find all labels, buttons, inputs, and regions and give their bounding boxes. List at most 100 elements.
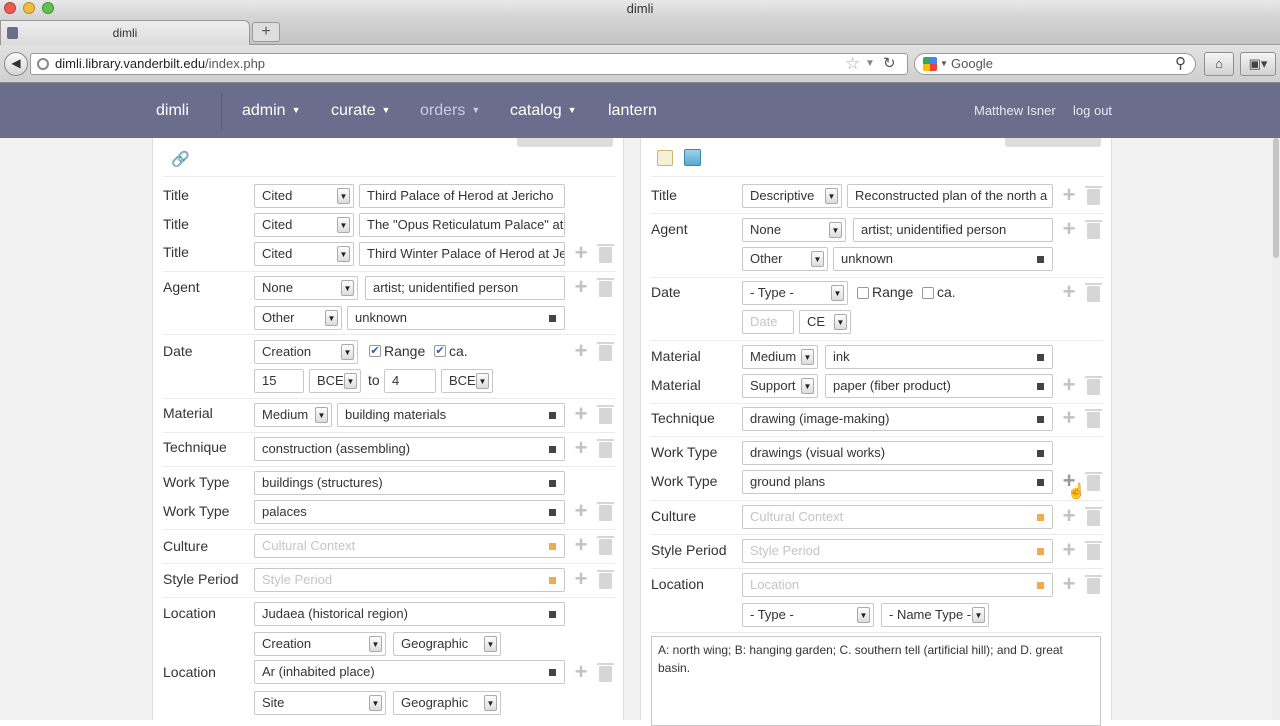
location-input[interactable]: Location [742, 573, 1053, 597]
add-location-button[interactable]: + [573, 661, 589, 683]
add-title-button[interactable]: + [573, 242, 589, 264]
scrollbar-thumb[interactable] [1273, 138, 1279, 258]
title-type-select[interactable]: Descriptive ▼ [742, 184, 842, 208]
title-input[interactable]: Third Winter Palace of Herod at Je [359, 242, 565, 266]
nav-admin[interactable]: admin ▼ [242, 83, 301, 138]
agent-type-select[interactable]: None ▼ [254, 276, 358, 300]
page-scrollbar[interactable] [1272, 138, 1280, 720]
style-period-input[interactable]: Style Period [742, 539, 1053, 563]
delete-agent-icon[interactable] [597, 278, 614, 297]
add-culture-button[interactable]: + [573, 534, 589, 556]
add-technique-button[interactable]: + [1061, 407, 1077, 429]
delete-agent-icon[interactable] [1085, 220, 1102, 239]
title-type-select[interactable]: Cited ▼ [254, 242, 354, 266]
material-input[interactable]: paper (fiber product) [825, 374, 1053, 398]
date-to-input[interactable]: 4 [384, 369, 436, 393]
worktype-input[interactable]: palaces [254, 500, 565, 524]
new-tab-button[interactable]: + [252, 22, 280, 42]
nav-curate[interactable]: curate ▼ [331, 83, 390, 138]
culture-input[interactable]: Cultural Context [742, 505, 1053, 529]
technique-input[interactable]: construction (assembling) [254, 437, 565, 461]
history-dropdown-icon[interactable]: ▼ [865, 54, 875, 74]
location-type-select[interactable]: Creation ▼ [254, 632, 386, 656]
circa-checkbox[interactable]: ✔ [434, 345, 446, 357]
agent-input[interactable]: artist; unidentified person [853, 218, 1053, 242]
add-location-button[interactable]: + [1061, 573, 1077, 595]
date-to-era-select[interactable]: BCE ▼ [441, 369, 493, 393]
location-input[interactable]: Judaea (historical region) [254, 602, 565, 626]
add-culture-button[interactable]: + [1061, 505, 1077, 527]
delete-culture-icon[interactable] [597, 536, 614, 555]
extensions-button[interactable]: ▣▾ [1240, 52, 1276, 76]
table-icon[interactable] [684, 149, 701, 166]
agent-attribution-input[interactable]: unknown [833, 247, 1053, 271]
add-material-button[interactable]: + [573, 403, 589, 425]
title-input[interactable]: Third Palace of Herod at Jericho [359, 184, 565, 208]
add-agent-button[interactable]: + [573, 276, 589, 298]
title-type-select[interactable]: Cited ▼ [254, 184, 354, 208]
location-nametype-select[interactable]: Geographic ▼ [393, 632, 501, 656]
material-input[interactable]: ink [825, 345, 1053, 369]
location-type-select[interactable]: Site ▼ [254, 691, 386, 715]
delete-worktype-icon[interactable] [597, 502, 614, 521]
location-nametype-select[interactable]: - Name Type - ▼ [881, 603, 989, 627]
technique-input[interactable]: drawing (image-making) [742, 407, 1053, 431]
date-type-select[interactable]: - Type - ▼ [742, 281, 848, 305]
delete-material-icon[interactable] [597, 405, 614, 424]
brand-link[interactable]: dimli [156, 83, 189, 138]
nav-catalog[interactable]: catalog ▼ [510, 83, 577, 138]
range-checkbox[interactable] [857, 287, 869, 299]
add-style-period-button[interactable]: + [1061, 539, 1077, 561]
title-input[interactable]: Reconstructed plan of the north a [847, 184, 1053, 208]
date-type-select[interactable]: Creation ▼ [254, 340, 358, 364]
title-type-select[interactable]: Cited ▼ [254, 213, 354, 237]
agent-attribution-input[interactable]: unknown [347, 306, 565, 330]
material-type-select[interactable]: Medium ▼ [254, 403, 332, 427]
delete-material-icon[interactable] [1085, 376, 1102, 395]
date-from-era-select[interactable]: BCE ▼ [309, 369, 361, 393]
agent-type-select[interactable]: None ▼ [742, 218, 846, 242]
delete-technique-icon[interactable] [1085, 409, 1102, 428]
agent-role-select[interactable]: Other ▼ [742, 247, 828, 271]
add-title-button[interactable]: + [1061, 184, 1077, 206]
logout-link[interactable]: log out [1073, 83, 1112, 138]
link-icon[interactable]: 🔗 [171, 150, 190, 168]
add-style-period-button[interactable]: + [573, 568, 589, 590]
delete-title-icon[interactable] [597, 244, 614, 263]
delete-worktype-icon[interactable] [1085, 472, 1102, 491]
add-date-button[interactable]: + [573, 340, 589, 362]
add-agent-button[interactable]: + [1061, 218, 1077, 240]
worktype-input[interactable]: drawings (visual works) [742, 441, 1053, 465]
search-bar[interactable]: ▼ Google ⚲ [914, 53, 1196, 75]
browser-tab[interactable]: dimli [0, 20, 250, 45]
worktype-input[interactable]: buildings (structures) [254, 471, 565, 495]
nav-orders[interactable]: orders ▼ [420, 83, 480, 138]
edit-icon[interactable] [657, 150, 673, 166]
home-button[interactable]: ⌂ [1204, 52, 1234, 76]
zoom-window-button[interactable] [42, 2, 54, 14]
material-type-select[interactable]: Medium ▼ [742, 345, 818, 369]
date-input[interactable]: Date [742, 310, 794, 334]
style-period-input[interactable]: Style Period [254, 568, 565, 592]
nav-lantern[interactable]: lantern [608, 83, 657, 138]
culture-input[interactable]: Cultural Context [254, 534, 565, 558]
address-bar[interactable]: dimli.library.vanderbilt.edu/index.php ☆… [30, 53, 908, 75]
description-textarea[interactable]: A: north wing; B: hanging garden; C. sou… [651, 636, 1101, 726]
agent-role-select[interactable]: Other ▼ [254, 306, 342, 330]
date-from-input[interactable]: 15 [254, 369, 304, 393]
agent-input[interactable]: artist; unidentified person [365, 276, 565, 300]
delete-technique-icon[interactable] [597, 439, 614, 458]
delete-culture-icon[interactable] [1085, 507, 1102, 526]
back-button[interactable]: ◀ [4, 52, 28, 76]
delete-date-icon[interactable] [597, 342, 614, 361]
material-type-select[interactable]: Support ▼ [742, 374, 818, 398]
delete-style-period-icon[interactable] [597, 570, 614, 589]
search-icon[interactable]: ⚲ [1175, 54, 1186, 74]
title-input[interactable]: The "Opus Reticulatum Palace" at [359, 213, 565, 237]
delete-date-icon[interactable] [1085, 283, 1102, 302]
worktype-input[interactable]: ground plans [742, 470, 1053, 494]
close-window-button[interactable] [4, 2, 16, 14]
add-date-button[interactable]: + [1061, 281, 1077, 303]
location-nametype-select[interactable]: Geographic ▼ [393, 691, 501, 715]
location-input[interactable]: Ar (inhabited place) [254, 660, 565, 684]
